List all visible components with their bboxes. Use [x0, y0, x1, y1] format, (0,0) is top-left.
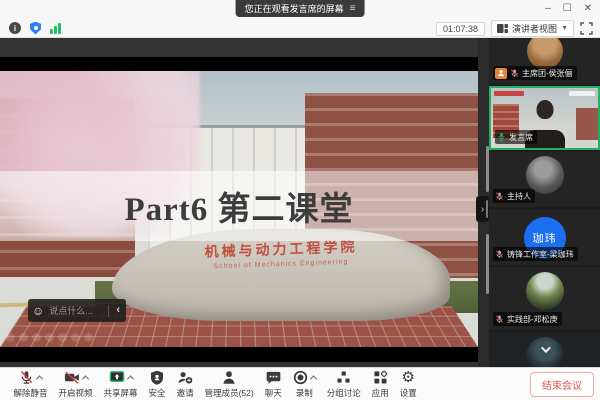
invite-button[interactable]: 邀请: [171, 370, 199, 399]
record-button[interactable]: 录制: [287, 370, 321, 399]
participant-tile-dengsonggeng[interactable]: 实践部-邓松庚: [489, 267, 600, 330]
participant-name: 主席团-侯张俪: [522, 68, 573, 79]
participant-name: 主持人: [507, 191, 531, 202]
minimize-button[interactable]: –: [545, 4, 551, 14]
participant-name-tag: 实践部-邓松庚: [493, 312, 562, 326]
gear-icon: ⚙: [402, 370, 415, 385]
security-button[interactable]: 安全: [143, 370, 171, 399]
titlebar: 您正在观看发言席的屏幕 ≡ – ☐ ✕ i 01:07:38 演讲者视图 ▼: [0, 0, 600, 38]
status-icons: i: [9, 21, 61, 35]
mic-muted-icon: [495, 250, 504, 259]
mic-active-icon: [497, 132, 506, 142]
mic-muted-icon: [495, 192, 504, 201]
participant-tile-host[interactable]: 主席团-侯张俪: [489, 38, 600, 84]
meeting-window: 您正在观看发言席的屏幕 ≡ – ☐ ✕ i 01:07:38 演讲者视图 ▼: [0, 0, 600, 400]
share-screen-icon: [109, 370, 125, 385]
chat-bubble-icon: [266, 370, 281, 385]
scroll-more-button[interactable]: [534, 343, 556, 356]
chat-divider: [108, 305, 109, 317]
view-mode-button[interactable]: 演讲者视图 ▼: [491, 20, 574, 37]
slide-title: Part6 第二课堂: [124, 182, 353, 230]
banner-menu-icon[interactable]: ≡: [350, 4, 356, 14]
avatar: [527, 38, 563, 69]
emoji-icon[interactable]: ☺: [32, 305, 44, 317]
participant-name: 铸锋工作室-梁珈玮: [507, 249, 574, 260]
view-controls: 01:07:38 演讲者视图 ▼: [436, 20, 593, 37]
campus-stone: 机械与动力工程学院 School of Mechanics Engineerin…: [112, 229, 450, 321]
chevron-up-icon[interactable]: [36, 375, 43, 382]
video-person-head: [536, 100, 553, 119]
security-shield-icon: [150, 370, 164, 385]
unmute-button[interactable]: 解除静音: [8, 370, 53, 399]
chevron-down-icon: ▼: [561, 25, 568, 32]
watching-banner-text: 您正在观看发言席的屏幕: [245, 2, 344, 15]
participant-name-tag: 发言席: [495, 130, 537, 144]
presenter-controls[interactable]: [6, 333, 93, 342]
avatar: [526, 272, 564, 310]
bottom-toolbar: 解除静音 开启视频 共享屏幕 安全 邀请: [0, 367, 600, 400]
video-logo-watermark: [494, 91, 524, 96]
end-meeting-button[interactable]: 结束会议: [530, 372, 594, 397]
chevron-down-icon: [541, 343, 551, 353]
window-controls: – ☐ ✕: [545, 1, 592, 17]
participant-name-tag: 主席团-侯张俪: [493, 66, 577, 80]
shared-screen-area: 机械与动力工程学院 School of Mechanics Engineerin…: [0, 38, 478, 367]
breakout-rooms-button[interactable]: 分组讨论: [321, 370, 366, 399]
chat-button[interactable]: 聊天: [259, 370, 287, 399]
participant-name: 实践部-邓松庚: [507, 314, 558, 325]
participant-tile-moderator[interactable]: 主持人: [489, 152, 600, 207]
manage-members-button[interactable]: 管理成员(52): [199, 370, 259, 399]
chevron-up-icon[interactable]: [310, 375, 317, 382]
record-icon: [293, 370, 308, 385]
apps-button[interactable]: 应用: [366, 370, 394, 399]
mic-muted-icon: [510, 69, 519, 78]
apps-grid-icon: [373, 370, 388, 385]
members-icon: [222, 370, 236, 385]
encryption-shield-icon[interactable]: [30, 22, 41, 35]
participant-tile-liangjiawei[interactable]: 珈玮 铸锋工作室-梁珈玮: [489, 209, 600, 265]
mic-muted-icon: [495, 315, 504, 324]
meeting-info-icon[interactable]: i: [9, 22, 21, 34]
share-letterbox: 机械与动力工程学院 School of Mechanics Engineerin…: [0, 57, 478, 362]
quick-chat-bar[interactable]: ☺ 说点什么... ‹: [28, 299, 126, 322]
participant-tile-speaker-active[interactable]: 发言席: [489, 86, 600, 150]
video-building-right: [576, 108, 598, 140]
chevron-up-icon[interactable]: [81, 375, 88, 382]
video-text-watermark: [569, 91, 595, 96]
mic-muted-icon: [19, 370, 34, 385]
host-badge-icon: [495, 68, 507, 79]
start-video-button[interactable]: 开启视频: [53, 370, 98, 399]
fullscreen-icon[interactable]: [580, 22, 593, 35]
participant-name-tag: 铸锋工作室-梁珈玮: [493, 247, 578, 261]
layout-icon: [497, 24, 508, 33]
close-button[interactable]: ✕: [584, 4, 592, 14]
participant-name-tag: 主持人: [493, 189, 535, 203]
share-screen-button[interactable]: 共享屏幕: [98, 370, 143, 399]
settings-button[interactable]: ⚙ 设置: [394, 370, 422, 399]
chevron-up-icon[interactable]: [126, 375, 133, 382]
breakout-squares-icon: [336, 370, 351, 385]
chat-collapse-icon[interactable]: ‹: [114, 305, 122, 316]
participant-name: 发言席: [509, 132, 533, 143]
camera-off-icon: [64, 370, 80, 385]
invite-person-icon: [177, 370, 193, 385]
meeting-timer: 01:07:38: [436, 22, 485, 36]
view-mode-label: 演讲者视图: [512, 22, 557, 35]
panel-divider: ›: [478, 38, 489, 367]
participant-tile-partial[interactable]: [489, 332, 600, 367]
participants-sidebar: 主席团-侯张俪 发言席 主持人 珈玮: [489, 38, 600, 367]
slide-photo: 机械与动力工程学院 School of Mechanics Engineerin…: [0, 71, 478, 347]
chat-input-placeholder[interactable]: 说点什么...: [49, 304, 103, 317]
network-signal-icon[interactable]: [50, 22, 61, 34]
slide-title-band: Part6 第二课堂: [0, 171, 478, 241]
watching-banner[interactable]: 您正在观看发言席的屏幕 ≡: [236, 0, 365, 17]
maximize-button[interactable]: ☐: [563, 4, 572, 14]
divider-grip[interactable]: [486, 200, 488, 218]
